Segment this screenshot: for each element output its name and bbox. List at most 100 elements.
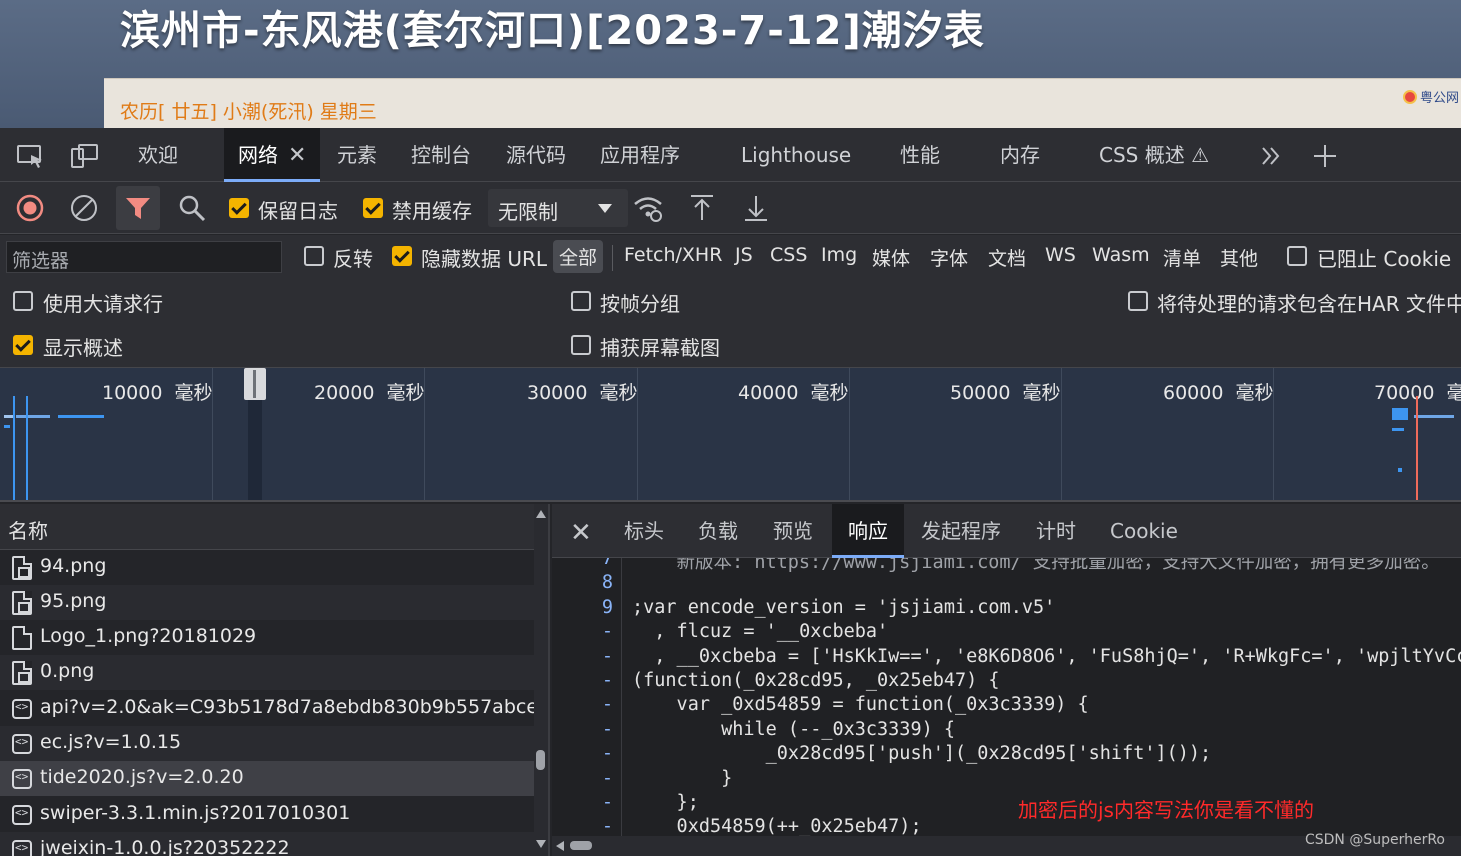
show-overview-label: 显示概述: [43, 336, 123, 360]
scroll-left-arrow-icon[interactable]: [556, 841, 564, 851]
blocked-cookies-checkbox[interactable]: [1287, 246, 1307, 266]
tab-timing[interactable]: 计时: [1036, 504, 1076, 558]
export-har-icon[interactable]: [740, 192, 772, 224]
disable-cache-checkbox[interactable]: [363, 198, 383, 218]
lunar-date-text: 农历[ 廿五] 小潮(死汛) 星期三: [120, 101, 377, 123]
request-bar: [1392, 408, 1408, 420]
request-row[interactable]: 94.png: [0, 550, 534, 585]
scroll-thumb[interactable]: [536, 750, 545, 770]
tab-network[interactable]: 网络 ✕: [224, 128, 321, 182]
filter-input[interactable]: 筛选器: [6, 241, 282, 273]
type-filter-media[interactable]: 媒体: [872, 244, 910, 271]
network-overview-timeline[interactable]: 10000 毫秒 20000 毫秒 30000 毫秒 40000 毫秒 5000…: [0, 367, 1461, 502]
tab-console[interactable]: 控制台: [411, 128, 471, 182]
type-filter-wasm[interactable]: Wasm: [1092, 244, 1150, 266]
request-row[interactable]: ec.js?v=1.0.15: [0, 726, 534, 761]
request-bar: [16, 415, 50, 418]
tab-welcome[interactable]: 欢迎: [138, 128, 178, 182]
tab-performance[interactable]: 性能: [900, 128, 940, 182]
add-tab-icon[interactable]: [1310, 143, 1340, 169]
tab-sources[interactable]: 源代码: [506, 128, 566, 182]
scroll-down-arrow-icon[interactable]: [536, 840, 546, 848]
request-row[interactable]: jweixin-1.0.0.js?20352222: [0, 832, 534, 856]
line-number: 9: [601, 597, 613, 618]
tab-response[interactable]: 响应: [832, 504, 904, 558]
type-filter-font[interactable]: 字体: [930, 244, 968, 271]
big-rows-checkbox[interactable]: [13, 291, 33, 311]
hide-data-urls-checkbox[interactable]: [392, 246, 412, 266]
preserve-log-checkbox[interactable]: [229, 198, 249, 218]
record-stop-icon[interactable]: [14, 192, 46, 224]
har-pending-checkbox[interactable]: [1128, 291, 1148, 311]
request-detail-pane: ✕ 标头 负载 预览 响应 发起程序 计时 Cookie 7 8 9 - - -…: [552, 504, 1461, 856]
line-number: -: [601, 670, 613, 691]
code-line: , flcuz = '__0xcbeba': [632, 621, 889, 642]
line-number: -: [601, 792, 613, 813]
capture-screenshots-checkbox[interactable]: [571, 335, 591, 355]
request-bar: [58, 415, 104, 418]
chevron-down-icon: [598, 204, 612, 213]
close-detail-icon[interactable]: ✕: [570, 518, 592, 548]
code-line: while (--_0x3c3339) {: [632, 719, 956, 740]
clear-icon[interactable]: [68, 192, 100, 224]
group-by-frame-checkbox[interactable]: [571, 291, 591, 311]
request-row-selected[interactable]: tide2020.js?v=2.0.20: [0, 761, 534, 796]
close-tab-icon[interactable]: ✕: [288, 143, 306, 168]
invert-checkbox[interactable]: [304, 246, 324, 266]
tab-preview[interactable]: 预览: [773, 504, 813, 558]
name-column-header[interactable]: 名称: [0, 504, 534, 550]
search-icon[interactable]: [176, 192, 208, 224]
inspect-element-icon[interactable]: [16, 143, 46, 169]
divider: [612, 245, 613, 271]
police-badge[interactable]: 粤公网: [1402, 87, 1459, 106]
type-filter-all[interactable]: 全部: [553, 240, 604, 273]
preserve-log-label: 保留日志: [258, 199, 338, 223]
code-line: };: [632, 792, 699, 813]
overview-window-handle[interactable]: [244, 368, 266, 400]
request-bar: [1392, 428, 1404, 431]
tab-elements[interactable]: 元素: [337, 128, 377, 182]
tab-lighthouse[interactable]: Lighthouse: [741, 128, 851, 182]
image-file-icon: [12, 556, 32, 580]
throttling-select[interactable]: 无限制: [488, 189, 628, 227]
tab-initiator[interactable]: 发起程序: [921, 504, 1001, 558]
filter-placeholder: 筛选器: [12, 250, 70, 272]
network-conditions-icon[interactable]: [632, 192, 664, 224]
page-info-strip: 农历[ 廿五] 小潮(死汛) 星期三 粤公网: [104, 78, 1461, 128]
type-filter-css[interactable]: CSS: [770, 244, 807, 266]
tab-application[interactable]: 应用程序: [600, 128, 680, 182]
scroll-up-arrow-icon[interactable]: [536, 510, 546, 518]
network-toolbar: 保留日志 禁用缓存 无限制: [0, 182, 1461, 234]
type-filter-img[interactable]: Img: [821, 244, 857, 266]
response-code-view[interactable]: 7 8 9 - - - - - - - - - 新版本: https://www…: [552, 558, 1461, 836]
type-filter-doc[interactable]: 文档: [988, 244, 1026, 271]
overview-window-shade: [248, 400, 262, 500]
request-list-scrollbar[interactable]: [534, 504, 548, 856]
request-name: api?v=2.0&ak=C93b5178d7a8ebdb830b9b557ab…: [40, 696, 557, 718]
more-tabs-icon[interactable]: [1256, 143, 1286, 169]
scroll-thumb[interactable]: [570, 841, 592, 850]
show-overview-checkbox[interactable]: [13, 335, 33, 355]
type-filter-ws[interactable]: WS: [1045, 244, 1076, 266]
request-row[interactable]: 95.png: [0, 585, 534, 620]
tab-css-overview[interactable]: CSS 概述 ⚠: [1099, 128, 1209, 182]
tab-memory[interactable]: 内存: [1000, 128, 1040, 182]
devtools-tab-bar: 欢迎 网络 ✕ 元素 控制台 源代码 应用程序 Lighthouse 性能 内存 …: [0, 128, 1461, 182]
type-filter-js[interactable]: JS: [735, 244, 753, 266]
tab-cookies[interactable]: Cookie: [1110, 504, 1178, 558]
type-filter-manifest[interactable]: 清单: [1163, 244, 1201, 271]
request-row[interactable]: swiper-3.3.1.min.js?2017010301: [0, 797, 534, 832]
import-har-icon[interactable]: [686, 192, 718, 224]
tab-headers[interactable]: 标头: [624, 504, 664, 558]
filter-toggle[interactable]: [116, 186, 160, 230]
detail-tab-bar: ✕ 标头 负载 预览 响应 发起程序 计时 Cookie: [552, 504, 1461, 558]
code-line: , __0xcbeba = ['HsKkIw==', 'e8K6D8O6', '…: [632, 646, 1461, 667]
type-filter-other[interactable]: 其他: [1220, 244, 1258, 271]
request-row[interactable]: api?v=2.0&ak=C93b5178d7a8ebdb830b9b557ab…: [0, 691, 556, 726]
request-row[interactable]: Logo_1.png?20181029: [0, 620, 534, 655]
device-toolbar-icon[interactable]: [70, 143, 100, 169]
request-row[interactable]: 0.png: [0, 655, 534, 690]
tab-payload[interactable]: 负载: [698, 504, 738, 558]
dom-content-loaded-line: [13, 396, 15, 500]
type-filter-fetch-xhr[interactable]: Fetch/XHR: [624, 244, 722, 266]
